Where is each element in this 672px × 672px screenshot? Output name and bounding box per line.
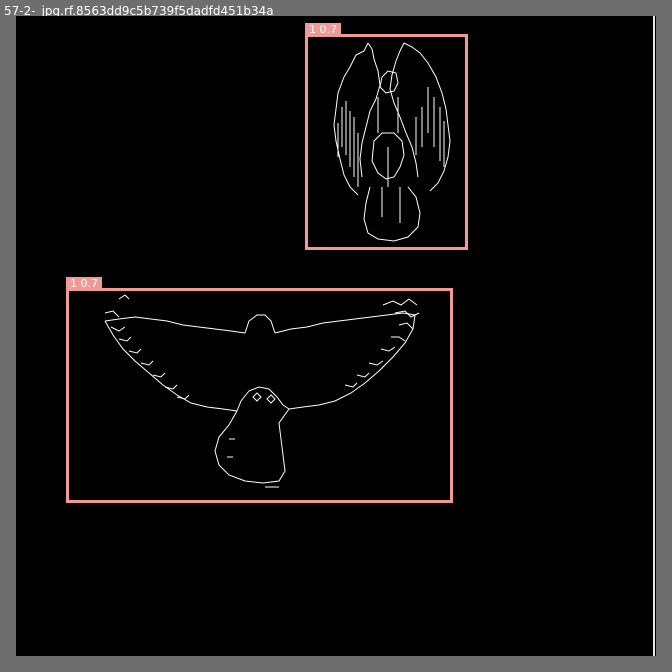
detection-label: 1 0.7 — [66, 277, 102, 291]
detection-label: 1 0.7 — [305, 23, 341, 37]
image-canvas: 1 0.7 1 0.7 — [16, 16, 656, 656]
detection-box-angel[interactable]: 1 0.7 — [305, 23, 468, 250]
image-viewer: 57-2-_jpg.rf.8563dd9c5b739f5dadfd451b34a… — [0, 0, 672, 672]
detection-box-bird[interactable]: 1 0.7 — [66, 277, 453, 503]
angel-edge-outline — [333, 42, 451, 242]
image-edge-line — [653, 16, 655, 656]
bird-edge-outline — [104, 294, 420, 488]
